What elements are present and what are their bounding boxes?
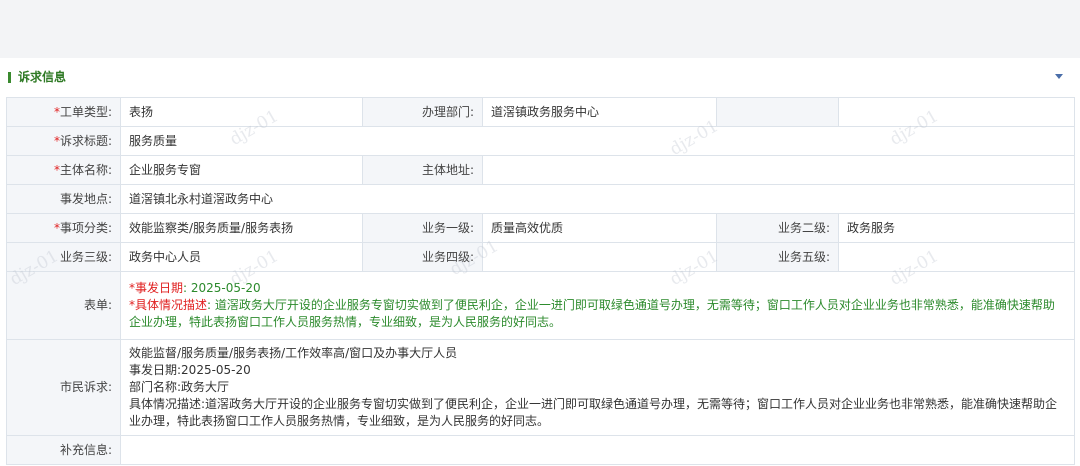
ticket-type-value: 表扬: [120, 97, 363, 127]
biz-level5-value: [838, 242, 1075, 272]
form-desc-line: *具体情况描述: 道滘政务大厅开设的企业服务专窗切实做到了便民利企，企业一进门即…: [129, 298, 1055, 329]
table-row: *事项分类: 效能监察类/服务质量/服务表扬 业务一级: 质量高效优质 业务二级…: [6, 213, 1075, 243]
section-marker: [8, 72, 11, 83]
complaint-info-panel: 诉求信息 *工单类型: 表扬 办理部门: 道滘镇政务服务中心 *诉求标题: 服务…: [0, 58, 1080, 466]
subject-address-label: 主体地址:: [362, 155, 483, 185]
citizen-request-label: 市民诉求:: [6, 339, 121, 436]
supplement-label: 补充信息:: [6, 435, 121, 465]
table-row: *工单类型: 表扬 办理部门: 道滘镇政务服务中心: [6, 97, 1075, 127]
handling-dept-label: 办理部门:: [362, 97, 483, 127]
biz-level3-value: 政务中心人员: [120, 242, 363, 272]
empty-label-cell: [716, 97, 839, 127]
table-row: 业务三级: 政务中心人员 业务四级: 业务五级:: [6, 242, 1075, 272]
biz-level2-value: 政务服务: [838, 213, 1075, 243]
biz-level1-label: 业务一级:: [362, 213, 483, 243]
biz-level4-label: 业务四级:: [362, 242, 483, 272]
category-label: *事项分类:: [6, 213, 121, 243]
table-row: *诉求标题: 服务质量: [6, 126, 1075, 156]
subject-name-value: 企业服务专窗: [120, 155, 363, 185]
form-date-line: *事发日期: 2025-05-20: [129, 281, 261, 295]
table-row: 表单: *事发日期: 2025-05-20 *具体情况描述: 道滘政务大厅开设的…: [6, 271, 1075, 340]
collapse-caret-icon[interactable]: [1055, 74, 1063, 79]
biz-level3-label: 业务三级:: [6, 242, 121, 272]
citizen-request-line: 效能监督/服务质量/服务表扬/工作效率高/窗口及办事大厅人员: [129, 346, 458, 360]
form-value: *事发日期: 2025-05-20 *具体情况描述: 道滘政务大厅开设的企业服务…: [120, 271, 1075, 340]
location-value: 道滘镇北永村道滘政务中心: [120, 184, 1075, 214]
table-row: 市民诉求: 效能监督/服务质量/服务表扬/工作效率高/窗口及办事大厅人员 事发日…: [6, 339, 1075, 436]
table-row: 补充信息:: [6, 435, 1075, 465]
category-value: 效能监察类/服务质量/服务表扬: [120, 213, 363, 243]
handling-dept-value: 道滘镇政务服务中心: [482, 97, 717, 127]
biz-level1-value: 质量高效优质: [482, 213, 717, 243]
location-label: 事发地点:: [6, 184, 121, 214]
complaint-info-table: *工单类型: 表扬 办理部门: 道滘镇政务服务中心 *诉求标题: 服务质量 *主…: [6, 97, 1075, 465]
biz-level2-label: 业务二级:: [716, 213, 839, 243]
biz-level5-label: 业务五级:: [716, 242, 839, 272]
citizen-request-line: 部门名称:政务大厅: [129, 380, 230, 394]
form-label: 表单:: [6, 271, 121, 340]
panel-header[interactable]: 诉求信息: [0, 58, 1080, 96]
section-title: 诉求信息: [18, 70, 67, 84]
biz-level4-value: [482, 242, 717, 272]
title-value: 服务质量: [120, 126, 1075, 156]
table-row: 事发地点: 道滘镇北永村道滘政务中心: [6, 184, 1075, 214]
top-toolbar-area: [0, 0, 1080, 58]
supplement-value: [120, 435, 1075, 465]
title-label: *诉求标题:: [6, 126, 121, 156]
citizen-request-value: 效能监督/服务质量/服务表扬/工作效率高/窗口及办事大厅人员 事发日期:2025…: [120, 339, 1075, 436]
subject-name-label: *主体名称:: [6, 155, 121, 185]
empty-value-cell: [838, 97, 1075, 127]
citizen-request-line: 具体情况描述:道滘政务大厅开设的企业服务专窗切实做到了便民利企，企业一进门即可取…: [129, 397, 1058, 428]
subject-address-value: [482, 155, 1075, 185]
citizen-request-line: 事发日期:2025-05-20: [129, 363, 251, 377]
table-row: *主体名称: 企业服务专窗 主体地址:: [6, 155, 1075, 185]
ticket-type-label: *工单类型:: [6, 97, 121, 127]
